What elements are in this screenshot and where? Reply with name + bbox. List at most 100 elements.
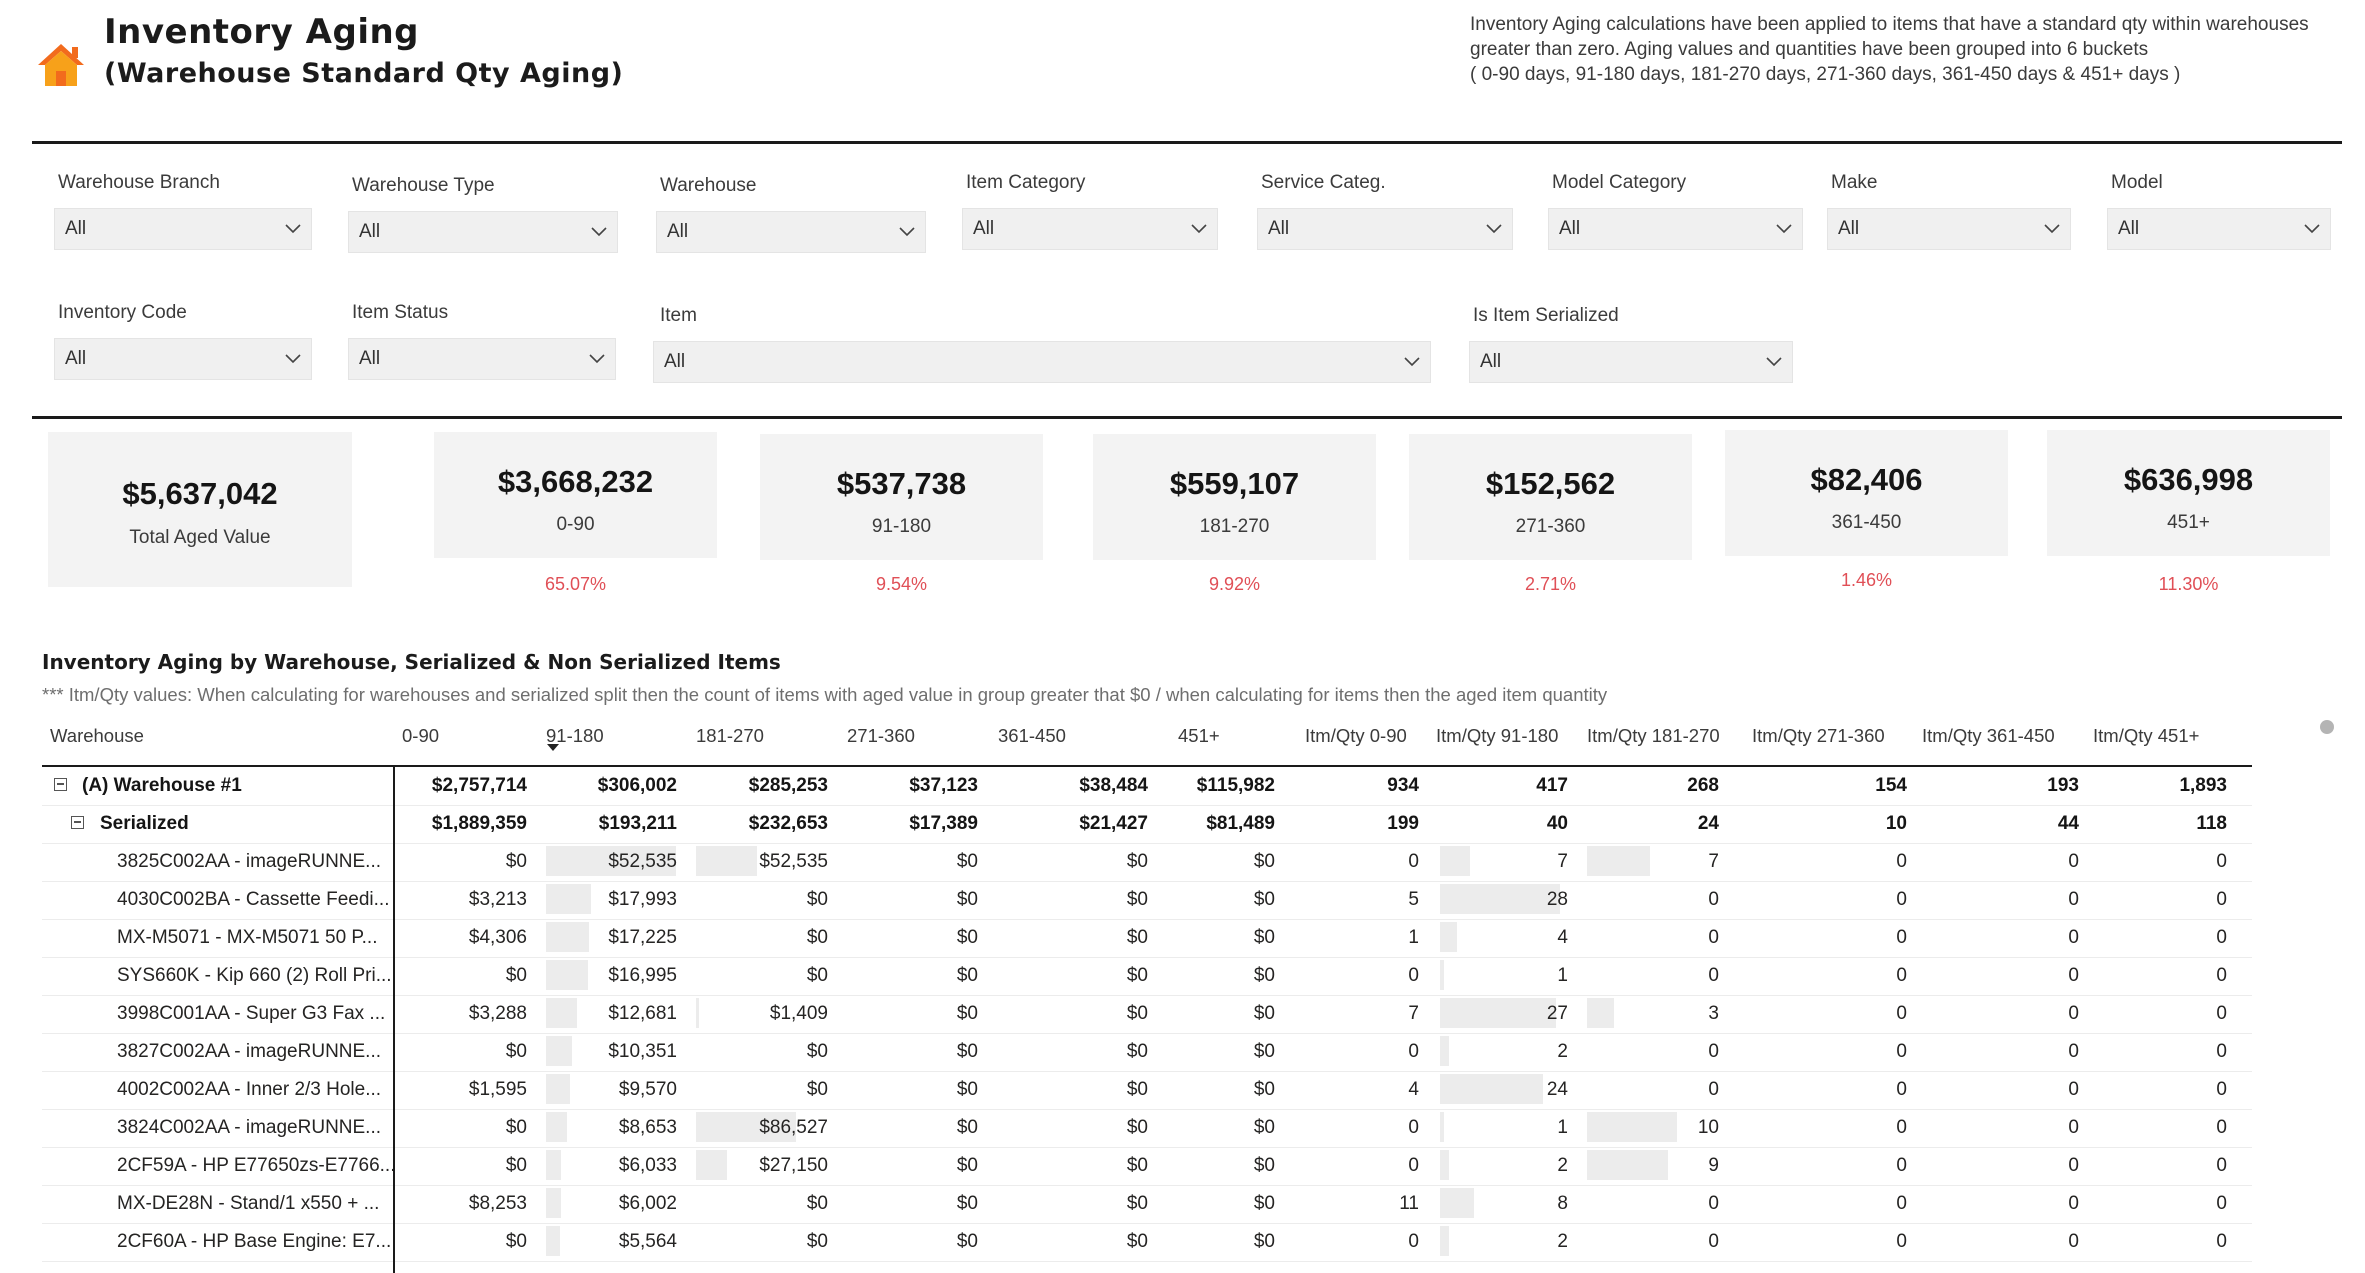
filter-item-status[interactable]: All [348, 338, 616, 380]
table-row[interactable]: 4030C002BA - Cassette Feedi... $3,213 $17,… [42, 881, 2252, 920]
table-cell: 0 [1896, 1155, 1907, 1176]
column-header[interactable]: 181-270 [696, 725, 764, 747]
column-header[interactable]: 361-450 [998, 725, 1066, 747]
table-row[interactable]: 3827C002AA - imageRUNNE... $0 $10,351 $0 $0 $… [42, 1033, 2252, 1072]
table-cell: $0 [956, 889, 978, 910]
column-header[interactable]: Itm/Qty 181-270 [1587, 725, 1720, 747]
table-cell: $0 [505, 851, 527, 872]
table-row[interactable]: MX-M5071 - MX-M5071 50 P... $4,306 $17,225… [42, 919, 2252, 958]
filter-warehouse[interactable]: All [656, 211, 926, 253]
table-cell: $0 [1253, 1155, 1275, 1176]
filter-model[interactable]: All [2107, 208, 2331, 250]
home-icon[interactable] [36, 40, 86, 90]
data-bar [1440, 960, 1444, 990]
filter-service-categ[interactable]: All [1257, 208, 1513, 250]
table-cell: 0 [2216, 889, 2227, 910]
table-row[interactable]: 3998C001AA - Super G3 Fax ... $3,288 $12,6… [42, 995, 2252, 1034]
filter-is-item-serialized[interactable]: All [1469, 341, 1793, 383]
row-label: 3998C001AA - Super G3 Fax ... [117, 1003, 386, 1024]
table-cell: $8,253 [468, 1193, 527, 1214]
scrollbar-thumb[interactable] [2320, 720, 2334, 734]
column-header[interactable]: Itm/Qty 91-180 [1436, 725, 1558, 747]
filter-make[interactable]: All [1827, 208, 2071, 250]
data-bar [546, 1150, 561, 1180]
table-row[interactable]: 2CF59A - HP E77650zs-E7766... $0 $6,033 $27… [42, 1147, 2252, 1186]
table-cell: $0 [956, 851, 978, 872]
column-header[interactable]: 271-360 [847, 725, 915, 747]
table-row[interactable]: Serialized $1,889,359 $193,211 $232,653 $17,… [42, 805, 2252, 844]
column-header[interactable]: 451+ [1178, 725, 1220, 747]
filter-item[interactable]: All [653, 341, 1431, 383]
sort-descending-icon[interactable] [547, 744, 559, 751]
filter-inventory-code[interactable]: All [54, 338, 312, 380]
filter-label-warehouse: Warehouse [660, 175, 757, 196]
kpi-percent: 11.30% [2158, 574, 2219, 594]
filter-value: All [2118, 218, 2140, 239]
collapse-icon[interactable] [71, 816, 84, 829]
row-label: SYS660K - Kip 660 (2) Roll Pri... [117, 965, 392, 986]
table-cell: $0 [1126, 1117, 1148, 1138]
filter-label-model: Model [2111, 172, 2163, 193]
row-label: MX-M5071 - MX-M5071 50 P... [117, 927, 378, 948]
filter-warehouse-branch[interactable]: All [54, 208, 312, 250]
table-cell: $1,595 [468, 1079, 527, 1100]
kpi-label: 0-90 [556, 514, 595, 535]
kpi-card-0-90: $3,668,232 0-90 [434, 432, 717, 558]
table-cell: 0 [1408, 1117, 1419, 1138]
table-row[interactable]: 3825C002AA - imageRUNNE... $0 $52,535 $52,5… [42, 843, 2252, 882]
table-row[interactable]: 3824C002AA - imageRUNNE... $0 $8,653 $86,52… [42, 1109, 2252, 1148]
filter-label-item-status: Item Status [352, 302, 449, 323]
column-header[interactable]: Itm/Qty 451+ [2093, 725, 2199, 747]
column-header[interactable]: Itm/Qty 271-360 [1752, 725, 1885, 747]
table-cell: $17,225 [608, 927, 677, 948]
table-cell: 1,893 [2179, 775, 2227, 796]
column-header[interactable]: 0-90 [402, 725, 439, 747]
table-cell: $2,757,714 [431, 775, 527, 796]
table-row[interactable]: (A) Warehouse #1 $2,757,714 $306,002 $285,2… [42, 767, 2252, 806]
filter-item-category[interactable]: All [962, 208, 1218, 250]
data-bar [546, 1074, 570, 1104]
collapse-icon[interactable] [54, 778, 67, 791]
table-cell: $0 [1253, 1079, 1275, 1100]
table-cell: 0 [2216, 1041, 2227, 1062]
table-cell: $0 [505, 1117, 527, 1138]
column-header[interactable]: Itm/Qty 0-90 [1305, 725, 1407, 747]
data-bar [696, 846, 757, 876]
table-row[interactable]: 2CF60A - HP Base Engine: E7... $0 $5,564 $0… [42, 1223, 2252, 1262]
table-row[interactable]: MX-DE28N - Stand/1 x550 + ... $8,253 $6,00… [42, 1185, 2252, 1224]
filter-value: All [1559, 218, 1581, 239]
column-header[interactable]: Warehouse [50, 725, 144, 747]
table-row[interactable]: 4002C002AA - Inner 2/3 Hole... $1,595 $9,5… [42, 1071, 2252, 1110]
column-header[interactable]: Itm/Qty 361-450 [1922, 725, 2055, 747]
data-bar [696, 998, 699, 1028]
description-line: ( 0-90 days, 91-180 days, 181-270 days, … [1470, 64, 2181, 85]
table-cell: 1 [1408, 927, 1419, 948]
kpi-label: 91-180 [871, 516, 932, 537]
table-cell: $0 [956, 1117, 978, 1138]
filter-warehouse-type[interactable]: All [348, 211, 618, 253]
table-cell: $0 [956, 1041, 978, 1062]
table-cell: 0 [2068, 1193, 2079, 1214]
filter-value: All [65, 348, 87, 369]
table-row[interactable]: SYS660K - Kip 660 (2) Roll Pri... $0 $16,9… [42, 957, 2252, 996]
table-cell: 4 [1557, 927, 1568, 948]
kpi-card-total: $5,637,042 Total Aged Value [48, 432, 352, 587]
table-cell: 7 [1557, 851, 1568, 872]
table-cell: 193 [2047, 775, 2079, 796]
table-note: *** Itm/Qty values: When calculating for… [42, 684, 1608, 705]
kpi-percent: 2.71% [1524, 574, 1577, 594]
kpi-value: $636,998 [2123, 462, 2254, 497]
table-cell: $0 [1126, 1231, 1148, 1252]
kpi-card-451-plus: $636,998 451+ [2047, 430, 2330, 556]
row-label: 3827C002AA - imageRUNNE... [117, 1041, 382, 1062]
table-cell: 40 [1546, 813, 1568, 834]
table-cell: $0 [1126, 1155, 1148, 1176]
chevron-down-icon [899, 227, 915, 237]
table-cell: $0 [806, 927, 828, 948]
kpi-label: 361-450 [1831, 512, 1902, 533]
table-cell: 5 [1408, 889, 1419, 910]
filter-model-category[interactable]: All [1548, 208, 1803, 250]
table-cell: $12,681 [608, 1003, 677, 1024]
data-bar [1440, 1150, 1449, 1180]
table-cell: $3,288 [468, 1003, 527, 1024]
